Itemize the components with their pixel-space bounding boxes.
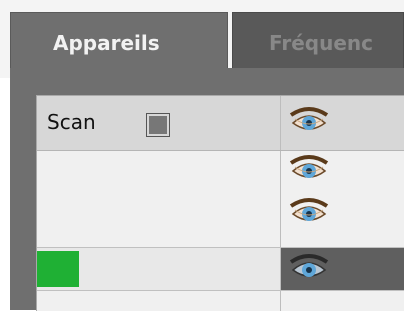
eye-icon [289, 153, 329, 187]
table-row-selected[interactable] [37, 247, 404, 291]
tab-appareils-label: Appareils [53, 31, 160, 55]
table-header-row: Scan [37, 96, 404, 151]
progress-cell [37, 248, 281, 290]
icon-cell-selected [281, 248, 404, 290]
table-row[interactable] [37, 151, 404, 247]
scan-checkbox[interactable] [146, 113, 170, 137]
table-row-empty [37, 291, 404, 311]
header-scan-cell: Scan [37, 96, 281, 150]
icon-cell [281, 151, 404, 247]
eye-icon [289, 196, 329, 230]
device-cell [37, 151, 281, 247]
devices-table: Scan [36, 95, 404, 311]
tab-frequences[interactable]: Fréquenc [232, 12, 404, 68]
progress-bar-fill [37, 251, 79, 287]
header-icon-cell [281, 96, 404, 150]
eye-icon [289, 105, 329, 139]
empty-cell [37, 291, 281, 311]
app-frame: Appareils Fréquenc Scan [0, 0, 404, 311]
tab-frequences-label: Fréquenc [269, 31, 374, 55]
scan-label: Scan [47, 110, 96, 134]
eye-icon [289, 252, 329, 286]
